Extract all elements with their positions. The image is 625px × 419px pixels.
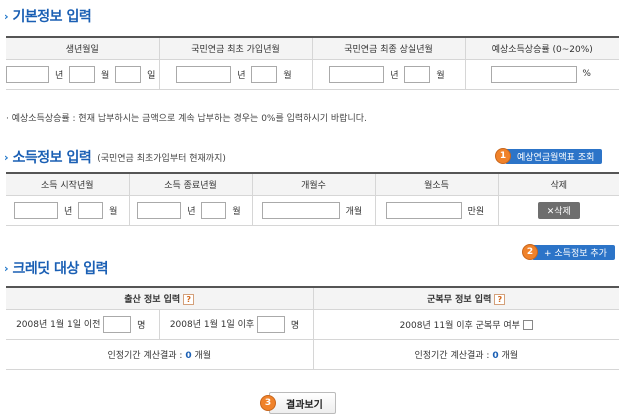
military-label: 2008년 11월 이후 군복무 여부 bbox=[399, 320, 520, 331]
basic-title: 기본정보 입력 bbox=[12, 9, 92, 25]
unit-label: 명 bbox=[137, 320, 146, 331]
header-last-loss: 국민연금 최종 상실년월 bbox=[312, 37, 466, 60]
unit-label: 년 bbox=[55, 70, 64, 81]
view-result-label: 결과보기 bbox=[286, 399, 323, 411]
birth-result-cell: 인정기간 계산결과 : 0 개월 bbox=[6, 339, 314, 370]
unit-label: 개월 bbox=[345, 206, 363, 217]
birth-after-count-input[interactable] bbox=[257, 315, 286, 333]
unit-label: 월 bbox=[436, 70, 445, 81]
military-header: 군복무 정보 입력? bbox=[313, 287, 619, 310]
header-birthdate: 생년월일 bbox=[6, 37, 160, 60]
before-2008-label: 2008년 1월 1일 이전 bbox=[16, 319, 101, 330]
view-result-label-wrap: 결과보기 bbox=[269, 392, 336, 414]
help-icon[interactable]: ? bbox=[494, 293, 506, 305]
military-cell: 2008년 11월 이후 군복무 여부 bbox=[313, 309, 619, 340]
unit-label: 만원 bbox=[467, 206, 485, 217]
section-arrow-icon: › bbox=[4, 9, 9, 23]
add-income-label: + 소득정보 추가 bbox=[532, 244, 615, 260]
income-section-title: › 소득정보 입력 (국민연금 최초가입부터 현재까지) bbox=[4, 147, 226, 167]
unit-label: 월 bbox=[232, 206, 241, 217]
after-2008-label: 2008년 1월 1일 이후 bbox=[169, 319, 255, 330]
view-result-button[interactable]: 3 결과보기 bbox=[260, 392, 336, 414]
section-arrow-icon: › bbox=[4, 150, 9, 164]
birth-header: 출산 정보 입력? bbox=[6, 287, 314, 310]
unit-label: 년 bbox=[390, 70, 399, 81]
unit-label: 년 bbox=[187, 206, 196, 217]
birth-after-cell: 2008년 1월 1일 이후 명 bbox=[159, 309, 314, 340]
pension-table-button[interactable]: 1 예상연금월액표 조회 bbox=[495, 148, 603, 164]
delete-cell: ✕삭제 bbox=[498, 195, 619, 226]
last-loss-cell: 년 월 bbox=[312, 59, 466, 90]
income-start-year-input[interactable] bbox=[14, 201, 59, 219]
birth-year-input[interactable] bbox=[6, 65, 50, 83]
unit-label: 월 bbox=[101, 70, 110, 81]
header-delete: 삭제 bbox=[498, 173, 619, 196]
credit-table: 출산 정보 입력? 군복무 정보 입력? 2008년 1월 1일 이전 명 20… bbox=[6, 286, 619, 370]
last-loss-month-input[interactable] bbox=[404, 65, 431, 83]
last-loss-year-input[interactable] bbox=[329, 65, 385, 83]
step-number-icon: 2 bbox=[522, 244, 538, 260]
pension-table-label: 예상연금월액표 조회 bbox=[505, 148, 603, 164]
unit-label: 년 bbox=[64, 206, 73, 217]
unit-label: 년 bbox=[237, 70, 246, 81]
help-icon[interactable]: ? bbox=[183, 293, 195, 305]
credit-title: 크레딧 대상 입력 bbox=[12, 261, 109, 277]
basic-info-table: 생년월일 국민연금 최초 가입년월 국민연금 최종 상실년월 예상소득상승률 (… bbox=[6, 36, 619, 90]
monthly-income-input[interactable] bbox=[385, 201, 462, 219]
unit-label: 일 bbox=[147, 70, 156, 81]
first-join-year-input[interactable] bbox=[176, 65, 232, 83]
income-table: 소득 시작년월 소득 종료년월 개월수 월소득 삭제 년 월 년 월 개월 만원… bbox=[6, 172, 619, 226]
birth-before-count-input[interactable] bbox=[103, 315, 132, 333]
income-end-month-input[interactable] bbox=[201, 201, 227, 219]
result-unit: 개월 bbox=[498, 350, 519, 361]
income-rate-note: · 예상소득상승률 : 현재 납부하시는 금액으로 계속 납부하는 경우는 0%… bbox=[6, 114, 367, 124]
income-rate-input[interactable] bbox=[490, 65, 577, 83]
military-result-cell: 인정기간 계산결과 : 0 개월 bbox=[313, 339, 619, 370]
month-count-input[interactable] bbox=[261, 201, 340, 219]
income-start-cell: 년 월 bbox=[6, 195, 130, 226]
military-checkbox[interactable] bbox=[522, 320, 533, 330]
result-unit: 개월 bbox=[191, 350, 212, 361]
result-prefix: 인정기간 계산결과 : bbox=[107, 350, 186, 361]
unit-label: 월 bbox=[109, 206, 118, 217]
credit-section-title: › 크레딧 대상 입력 bbox=[4, 258, 108, 278]
monthly-income-cell: 만원 bbox=[375, 195, 499, 226]
header-income-rate: 예상소득상승률 (0~20%) bbox=[465, 37, 619, 60]
header-first-join: 국민연금 최초 가입년월 bbox=[159, 37, 313, 60]
birth-day-input[interactable] bbox=[115, 65, 142, 83]
unit-label: % bbox=[582, 69, 591, 79]
section-arrow-icon: › bbox=[4, 261, 9, 275]
income-end-year-input[interactable] bbox=[137, 201, 182, 219]
military-header-label: 군복무 정보 입력 bbox=[427, 294, 492, 305]
add-income-button[interactable]: 2 + 소득정보 추가 bbox=[522, 244, 615, 260]
income-end-cell: 년 월 bbox=[129, 195, 253, 226]
income-rate-cell: % bbox=[465, 59, 619, 90]
birth-header-label: 출산 정보 입력 bbox=[124, 294, 181, 305]
step-number-icon: 3 bbox=[260, 395, 276, 411]
delete-button[interactable]: ✕삭제 bbox=[537, 201, 580, 219]
header-month-count: 개월수 bbox=[252, 173, 376, 196]
header-monthly-income: 월소득 bbox=[375, 173, 499, 196]
income-title: 소득정보 입력 bbox=[12, 150, 92, 166]
birth-before-cell: 2008년 1월 1일 이전 명 bbox=[6, 309, 160, 340]
income-subtitle: (국민연금 최초가입부터 현재까지) bbox=[97, 153, 226, 164]
first-join-month-input[interactable] bbox=[251, 65, 278, 83]
birthdate-cell: 년 월 일 bbox=[6, 59, 160, 90]
result-prefix: 인정기간 계산결과 : bbox=[414, 350, 493, 361]
header-income-start: 소득 시작년월 bbox=[6, 173, 130, 196]
income-start-month-input[interactable] bbox=[78, 201, 104, 219]
unit-label: 월 bbox=[283, 70, 292, 81]
birth-month-input[interactable] bbox=[69, 65, 96, 83]
basic-section-title: › 기본정보 입력 bbox=[4, 6, 92, 26]
unit-label: 명 bbox=[290, 320, 300, 331]
first-join-cell: 년 월 bbox=[159, 59, 313, 90]
month-count-cell: 개월 bbox=[252, 195, 376, 226]
step-number-icon: 1 bbox=[495, 148, 511, 164]
header-income-end: 소득 종료년월 bbox=[129, 173, 253, 196]
